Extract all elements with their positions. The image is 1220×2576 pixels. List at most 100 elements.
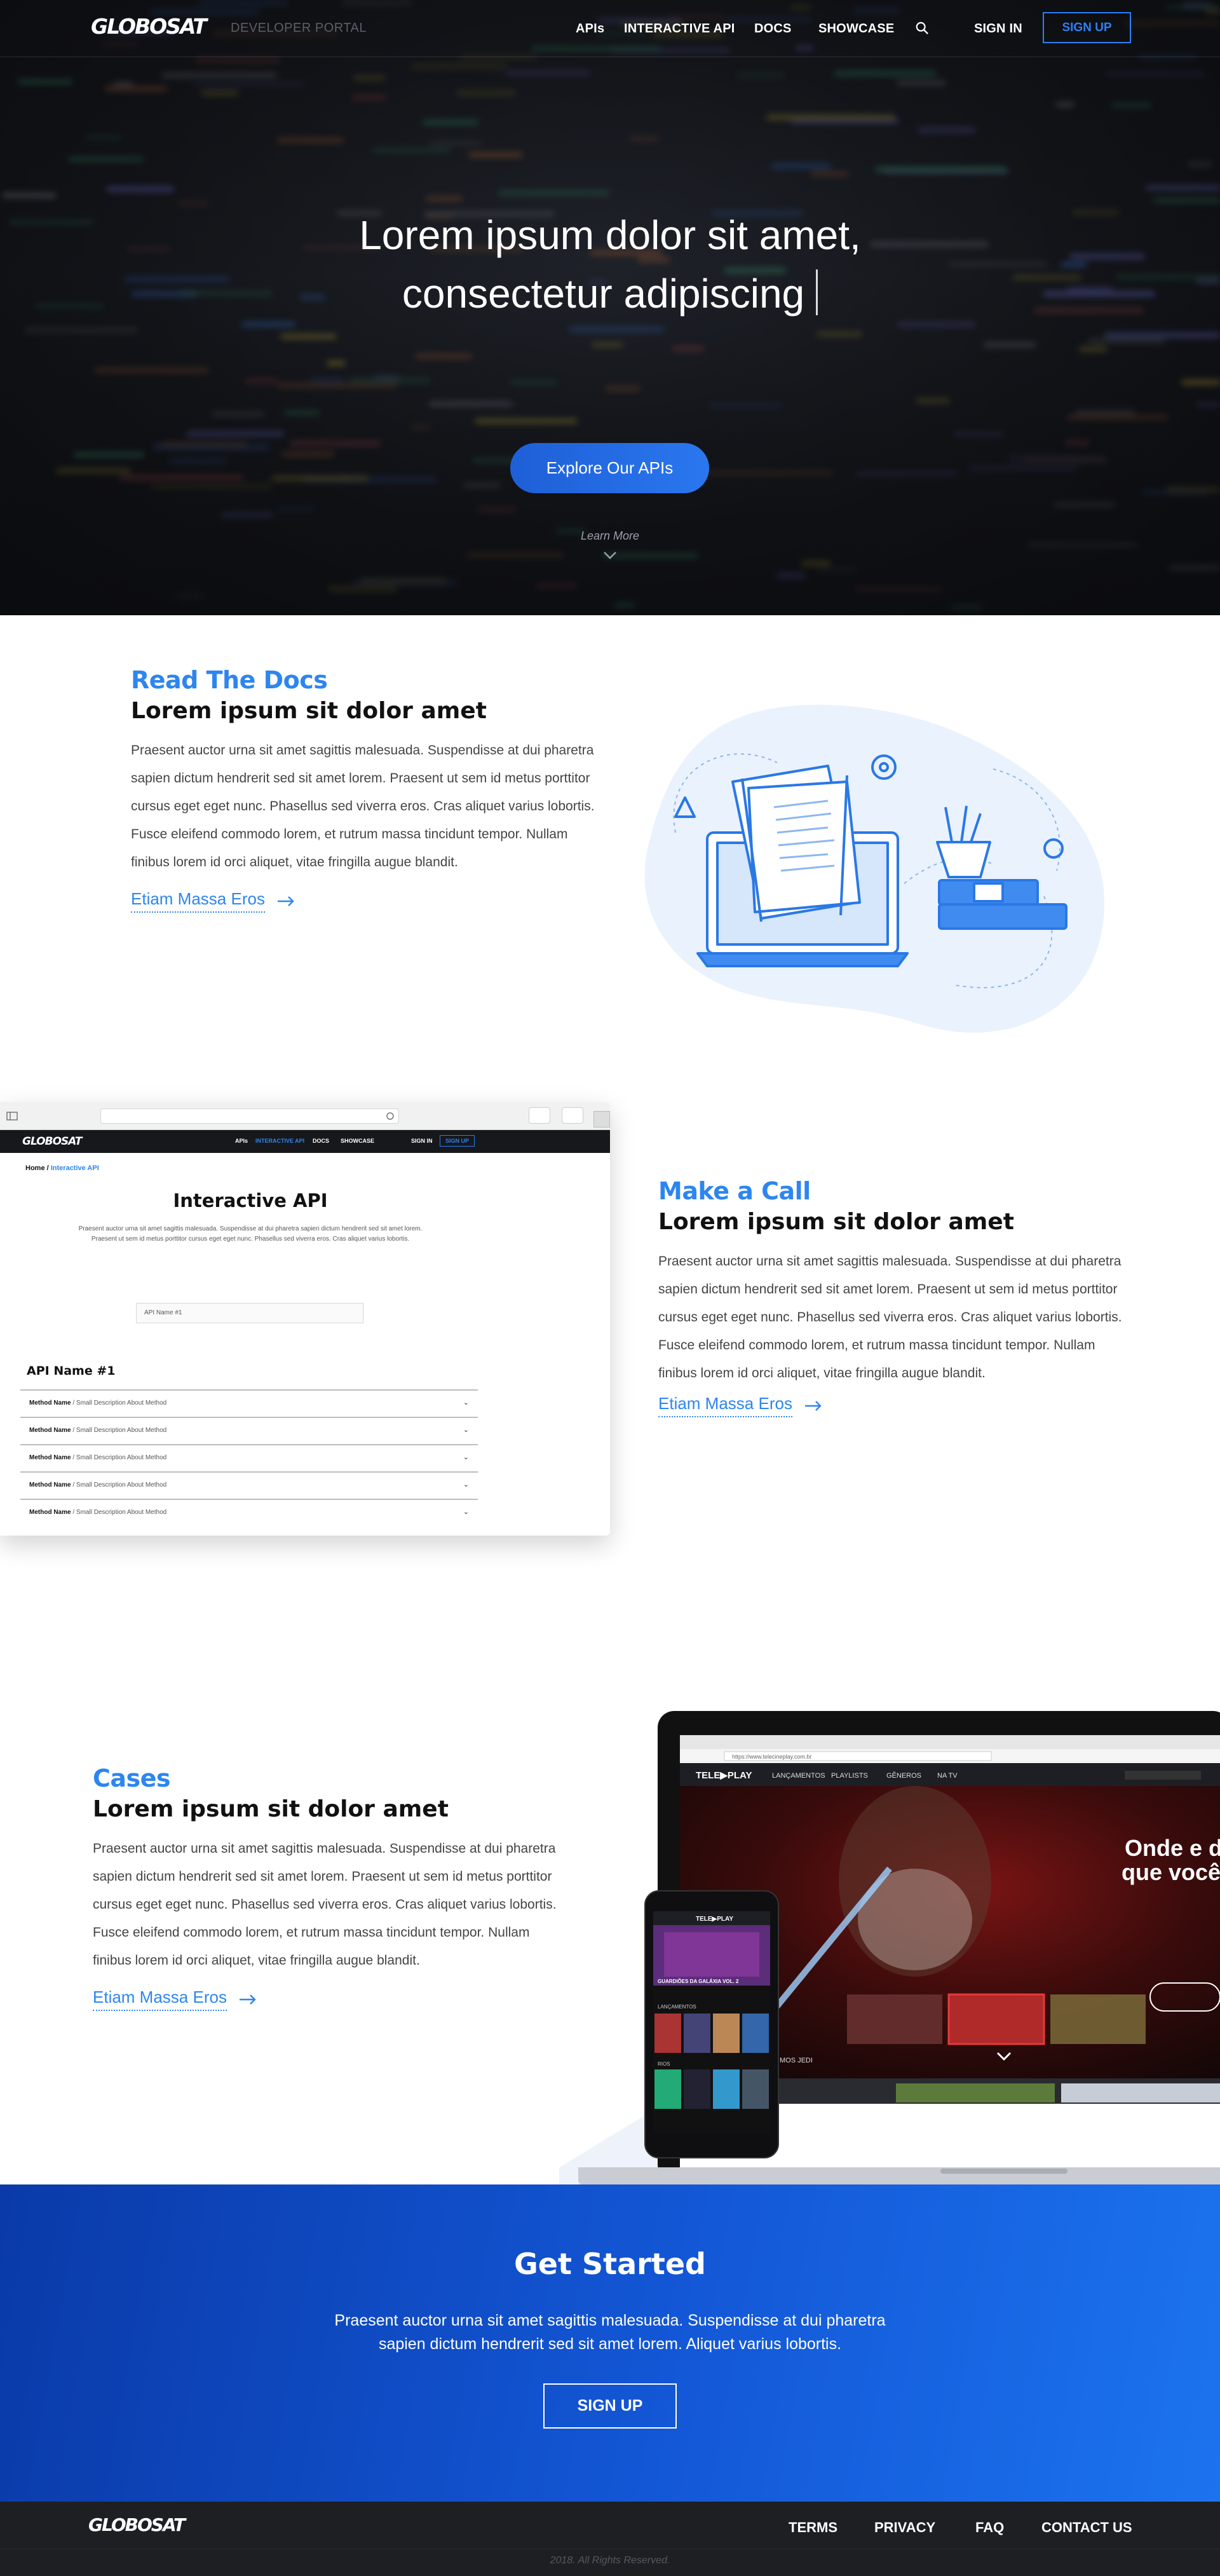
nav-showcase[interactable]: SHOWCASE	[818, 22, 894, 36]
mock-nav-signup: SIGN UP	[440, 1135, 475, 1147]
method-row: Method Name / Small Description About Me…	[20, 1499, 478, 1526]
phone-row-2: RIOS	[658, 2061, 670, 2067]
footer-faq-link[interactable]: FAQ	[975, 2519, 1004, 2536]
cases-title: Lorem ipsum sit dolor amet	[93, 1796, 449, 1822]
get-started-body: Praesent auctor urna sit amet sagittis m…	[334, 2312, 886, 2353]
chevron-down-icon: ⌄	[463, 1454, 469, 1461]
method-row: Method Name / Small Description About Me…	[20, 1389, 478, 1417]
method-name: Method Name	[29, 1454, 71, 1461]
footer-copyright: 2018. All Rights Reserved.	[550, 2555, 670, 2566]
method-name: Method Name	[29, 1400, 71, 1407]
interactive-api-screenshot: GLOBOSAT APIs INTERACTIVE API DOCS SHOWC…	[0, 1102, 610, 1536]
method-name: Method Name	[29, 1427, 71, 1434]
method-desc: Small Description About Method	[76, 1454, 167, 1461]
cases-link-label: Etiam Massa Eros	[93, 1987, 227, 2011]
get-started-signup-button[interactable]: SIGN UP	[543, 2383, 677, 2429]
svg-text:TELE▶PLAY: TELE▶PLAY	[696, 1770, 752, 1781]
footer-logo[interactable]: GLOBOSAT	[88, 2514, 186, 2535]
signup-button[interactable]: SIGN UP	[1043, 12, 1131, 43]
crumb-current: Interactive API	[50, 1164, 99, 1172]
call-link[interactable]: Etiam Massa Eros	[658, 1394, 823, 1417]
laptop-nav-2: PLAYLISTS	[831, 1772, 868, 1780]
footer-contact-link[interactable]: CONTACT US	[1041, 2519, 1132, 2536]
hero-section: GLOBOSAT DEVELOPER PORTAL APIs INTERACTI…	[0, 0, 1220, 615]
docs-title: Lorem ipsum sit dolor amet	[131, 698, 487, 724]
mock-title: Interactive API	[173, 1190, 328, 1211]
chevron-down-icon[interactable]	[602, 550, 618, 561]
cases-section: Cases Lorem ipsum sit dolor amet Praesen…	[93, 1764, 563, 2011]
cases-link[interactable]: Etiam Massa Eros	[93, 1987, 257, 2011]
mock-navbar: GLOBOSAT APIs INTERACTIVE API DOCS SHOWC…	[0, 1130, 610, 1153]
share-icon	[529, 1107, 550, 1124]
docs-link[interactable]: Etiam Massa Eros	[131, 889, 295, 913]
method-row: Method Name / Small Description About Me…	[20, 1471, 478, 1499]
get-started-banner: Get Started Praesent auctor urna sit ame…	[0, 2184, 1220, 2502]
explore-apis-button[interactable]: Explore Our APIs	[510, 443, 709, 493]
get-started-title: Get Started	[514, 2247, 706, 2281]
call-body: Praesent auctor urna sit amet sagittis m…	[658, 1254, 1122, 1380]
call-kicker: Make a Call	[658, 1177, 811, 1205]
brand-subtitle: DEVELOPER PORTAL	[231, 21, 367, 35]
footer-privacy-link[interactable]: PRIVACY	[874, 2519, 935, 2536]
brand-logo[interactable]: GLOBOSAT	[91, 14, 207, 39]
reload-icon	[386, 1112, 394, 1120]
top-navbar: GLOBOSAT DEVELOPER PORTAL APIs INTERACTI…	[0, 0, 1220, 57]
cases-body: Praesent auctor urna sit amet sagittis m…	[93, 1841, 557, 1968]
method-row: Method Name / Small Description About Me…	[20, 1417, 478, 1444]
docs-section: Read The Docs Lorem ipsum sit dolor amet…	[131, 666, 601, 913]
method-row: Method Name / Small Description About Me…	[20, 1444, 478, 1471]
crumb-home: Home	[25, 1164, 45, 1172]
laptop-tagline-1: Onde e de	[1125, 1835, 1220, 1861]
arrow-right-icon	[277, 896, 294, 906]
nav-docs[interactable]: DOCS	[754, 22, 792, 36]
laptop-tagline-2: que você	[1122, 1859, 1220, 1885]
method-name: Method Name	[29, 1509, 71, 1516]
mock-api-heading: API Name #1	[27, 1364, 116, 1378]
signin-link[interactable]: SIGN IN	[974, 22, 1022, 36]
hero-line-1: Lorem ipsum dolor sit amet,	[359, 212, 861, 258]
mock-description: Praesent auctor urna sit amet sagittis m…	[78, 1225, 423, 1243]
docs-body: Praesent auctor urna sit amet sagittis m…	[131, 743, 595, 869]
nav-apis[interactable]: APIs	[576, 22, 604, 36]
laptop-nav-3: GÊNEROS	[886, 1771, 921, 1780]
cases-kicker: Cases	[93, 1764, 171, 1792]
typing-caret	[816, 269, 818, 315]
chevron-down-icon: ⌄	[463, 1426, 469, 1434]
search-icon[interactable]	[915, 21, 929, 35]
mock-logo: GLOBOSAT	[22, 1135, 82, 1148]
chevron-down-icon: ⌄	[463, 1508, 469, 1516]
mock-method-list: Method Name / Small Description About Me…	[20, 1389, 478, 1526]
docs-link-label: Etiam Massa Eros	[131, 889, 265, 913]
mock-nav-signin: SIGN IN	[411, 1138, 433, 1144]
footer-terms-link[interactable]: TERMS	[789, 2519, 837, 2536]
showcase-devices: https://www.telecineplay.com.br TELE▶PLA…	[559, 1711, 1220, 2199]
method-desc: Small Description About Method	[76, 1427, 167, 1434]
mock-nav-showcase: SHOWCASE	[341, 1138, 375, 1144]
method-desc: Small Description About Method	[76, 1482, 167, 1489]
new-tab-icon	[593, 1111, 610, 1128]
docs-kicker: Read The Docs	[131, 666, 328, 694]
method-desc: Small Description About Method	[76, 1400, 167, 1407]
sidebar-icon	[6, 1112, 18, 1121]
docs-illustration	[644, 704, 1104, 1033]
nav-interactive-api[interactable]: INTERACTIVE API	[624, 22, 735, 36]
hero-line-2: consectetur adipiscing	[402, 271, 805, 317]
mock-api-select: API Name #1	[136, 1303, 363, 1323]
laptop-nav-1: LANÇAMENTOS	[772, 1772, 825, 1780]
phone-row-1: LANÇAMENTOS	[658, 2004, 696, 2010]
phone-title: GUARDIÕES DA GALÁXIA VOL. 2	[658, 1979, 739, 1984]
learn-more-link[interactable]: Learn More	[546, 529, 674, 543]
hero-headline: Lorem ipsum dolor sit amet, consectetur …	[229, 206, 991, 323]
mock-nav-apis: APIs	[235, 1138, 248, 1144]
laptop-url: https://www.telecineplay.com.br	[732, 1754, 811, 1760]
footer: GLOBOSAT TERMS PRIVACY FAQ CONTACT US 20…	[0, 2502, 1220, 2576]
method-name: Method Name	[29, 1482, 71, 1489]
mock-breadcrumb: Home / Interactive API	[25, 1164, 99, 1172]
call-link-label: Etiam Massa Eros	[658, 1394, 792, 1417]
chevron-down-icon: ⌄	[463, 1481, 469, 1489]
arrow-right-icon	[804, 1400, 822, 1411]
call-title: Lorem ipsum sit dolor amet	[658, 1209, 1014, 1235]
chevron-down-icon: ⌄	[463, 1399, 469, 1407]
browser-toolbar	[0, 1102, 610, 1130]
browser-address-bar[interactable]	[100, 1108, 399, 1124]
